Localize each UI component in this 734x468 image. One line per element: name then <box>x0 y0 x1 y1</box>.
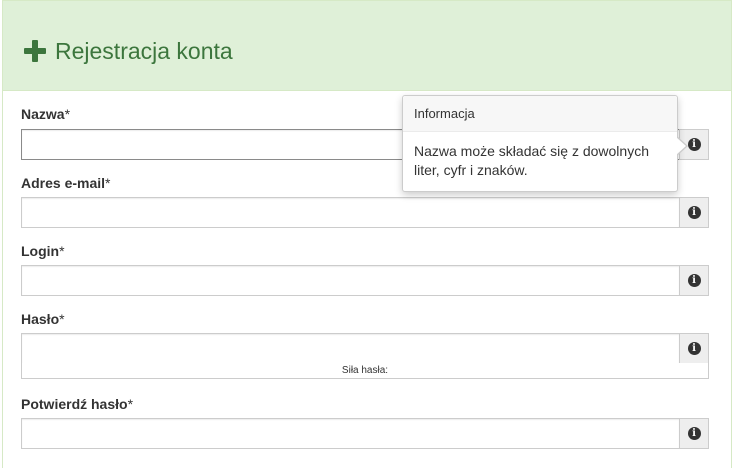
email-input-group: i <box>21 197 709 228</box>
page-title: Rejestracja konta <box>55 38 233 64</box>
login-label: Login* <box>21 243 65 259</box>
login-input[interactable] <box>21 265 679 296</box>
info-circle-icon: i <box>687 206 701 219</box>
login-info-button[interactable]: i <box>679 265 709 296</box>
popover-title: Informacja <box>403 96 677 132</box>
info-circle-icon: i <box>687 427 701 440</box>
confirm-password-input-group: i <box>21 418 709 449</box>
confirm-password-input[interactable] <box>21 418 679 449</box>
email-info-button[interactable]: i <box>679 197 709 228</box>
password-input-group: i <box>21 333 709 364</box>
email-label: Adres e-mail* <box>21 175 111 191</box>
info-circle-icon: i <box>687 342 701 355</box>
panel-heading: Rejestracja konta <box>3 1 731 91</box>
info-circle-icon: i <box>687 274 701 287</box>
password-info-button[interactable]: i <box>679 333 709 364</box>
password-input[interactable] <box>21 333 679 364</box>
popover-content: Nazwa może składać się z dowolnych liter… <box>414 143 649 178</box>
plus-icon <box>24 40 46 62</box>
info-circle-icon: i <box>687 138 701 151</box>
confirm-password-info-button[interactable]: i <box>679 418 709 449</box>
password-strength-meter: Siła hasła: <box>21 363 709 379</box>
name-label: Nazwa* <box>21 106 71 122</box>
password-label: Hasło* <box>21 311 65 327</box>
login-input-group: i <box>21 265 709 296</box>
popover-arrow <box>676 136 688 156</box>
info-popover: Informacja Nazwa może składać się z dowo… <box>402 95 688 192</box>
confirm-password-label: Potwierdź hasło* <box>21 396 134 412</box>
email-input[interactable] <box>21 197 679 228</box>
